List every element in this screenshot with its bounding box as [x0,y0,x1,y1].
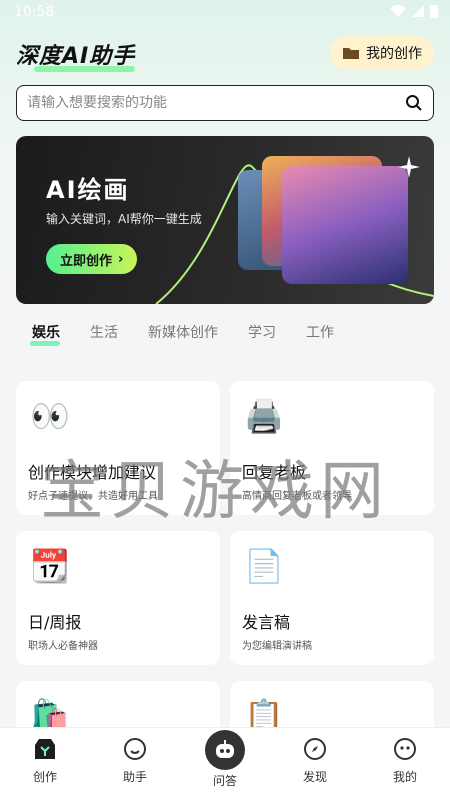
feature-desc: 高情商回复老板或者领导 [242,491,352,502]
battery-icon [430,5,438,18]
chevron-right-icon: › [118,251,124,267]
banner-cta-button[interactable]: 立即创作 › [46,244,138,274]
wifi-icon [390,5,406,17]
tab-label: 创作 [32,770,57,784]
eyes-icon: 👀 [30,397,70,435]
my-creation-label: 我的创作 [366,46,422,62]
feature-title: 日/周报 [28,613,82,632]
ai-drawing-banner[interactable]: AI绘画 输入关键词，AI帮你一键生成 立即创作 › [16,136,434,304]
signal-icon [412,5,424,17]
document-icon: 📄 [244,547,284,585]
calendar-icon: 📆 [30,547,70,585]
my-creation-button[interactable]: 我的创作 [330,36,434,70]
create-icon [32,736,58,762]
header: 深度AI助手 我的创作 [16,36,434,72]
art-card-front [282,166,408,284]
robot-icon [205,730,245,770]
feature-card[interactable]: 🖨️ 回复老板 高情商回复老板或者领导 [230,381,434,515]
feature-card[interactable]: 📄 发言稿 为您编辑演讲稿 [230,531,434,665]
feature-title: 回复老板 [242,463,307,482]
feature-card[interactable]: 👀 创作模块增加建议 好点子速提议，共造好用工具 [16,381,220,515]
feature-title: 创作模块增加建议 [28,463,157,482]
feature-desc: 好点子速提议，共造好用工具 [28,491,158,502]
sparkle-icon [398,156,420,178]
banner-subtitle: 输入关键词，AI帮你一键生成 [46,212,202,226]
search-box[interactable] [16,85,434,121]
tab-create[interactable]: 创作 [5,736,85,785]
app-title: 深度AI助手 [16,38,136,72]
feature-desc: 职场人必备神器 [28,641,98,652]
tab-label: 我的 [392,770,417,784]
feature-card[interactable]: 📆 日/周报 职场人必备神器 [16,531,220,665]
banner-title: AI绘画 [46,176,130,204]
tab-study[interactable]: 学习 [248,322,276,342]
bottom-tab-bar: 创作 助手 问答 发现 我的 [0,727,450,800]
printer-icon: 🖨️ [244,397,284,435]
banner-artwork [238,156,420,286]
tab-label: 问答 [212,774,237,788]
profile-icon [392,736,418,762]
app-title-text: 深度AI助手 [16,44,136,69]
tab-entertainment[interactable]: 娱乐 [30,322,60,346]
status-icons [390,4,438,18]
tab-work[interactable]: 工作 [306,322,334,342]
compass-icon [302,736,328,762]
tab-new-media[interactable]: 新媒体创作 [148,322,218,342]
tab-assistant[interactable]: 助手 [95,736,175,785]
category-tabs: 娱乐 生活 新媒体创作 学习 工作 [30,322,334,346]
banner-cta-label: 立即创作 [60,253,113,269]
tab-label: 发现 [302,770,327,784]
status-bar: 10:58 [0,0,450,24]
smile-icon [122,736,148,762]
tab-discover[interactable]: 发现 [275,736,355,785]
status-time: 10:58 [14,4,55,20]
search-input[interactable] [27,95,405,111]
tab-life[interactable]: 生活 [90,322,118,342]
tab-qa[interactable]: 问答 [185,730,265,789]
tab-mine[interactable]: 我的 [365,736,445,785]
feature-title: 发言稿 [242,613,291,632]
feature-desc: 为您编辑演讲稿 [242,641,312,652]
tab-label: 助手 [122,770,147,784]
folder-icon [343,48,359,59]
search-icon[interactable] [405,94,423,112]
